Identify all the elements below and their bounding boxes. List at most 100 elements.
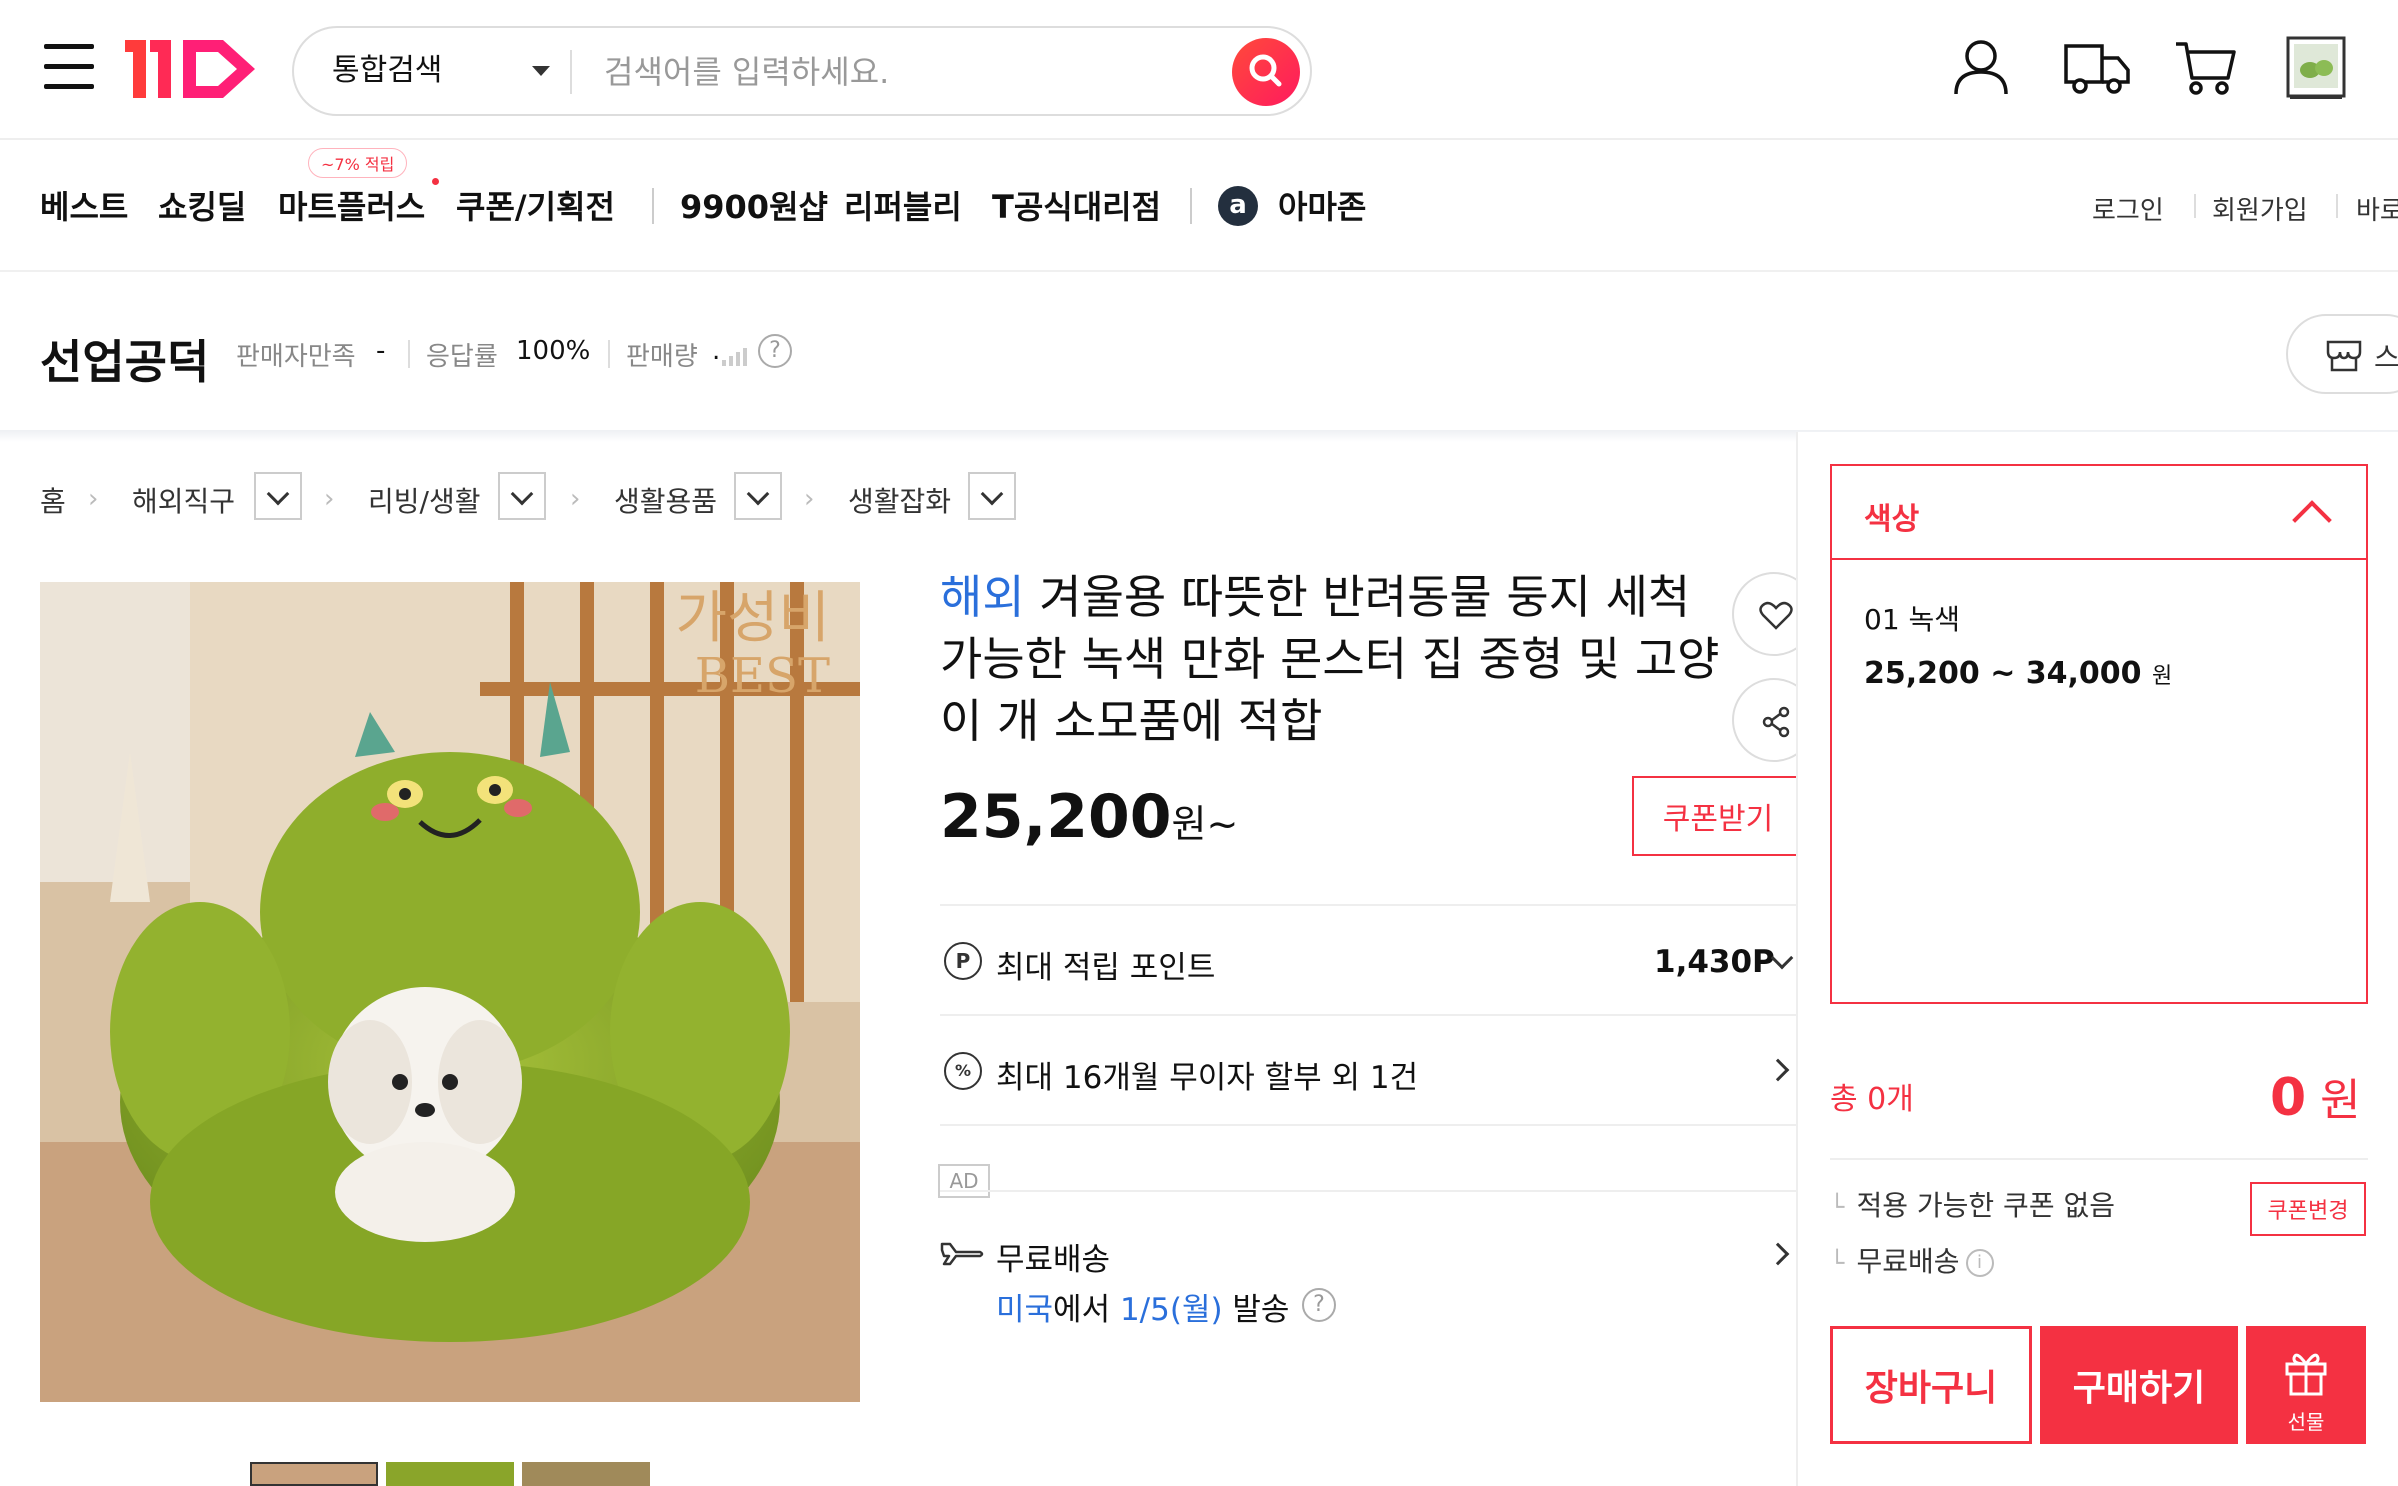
nav-coupon-event[interactable]: 쿠폰/기획전 — [456, 182, 615, 228]
util-separator — [2336, 194, 2338, 218]
gift-button[interactable]: 선물 — [2246, 1326, 2366, 1444]
thumbnail-2[interactable] — [386, 1462, 514, 1486]
divider — [940, 1190, 1796, 1192]
breadcrumb-arrow-icon: › — [88, 484, 99, 514]
search-icon — [1249, 54, 1282, 87]
nav-mart-plus[interactable]: 마트플러스 — [278, 182, 425, 228]
total-price: 0 원 — [2270, 1064, 2361, 1128]
image-overlay-bottom: BEST — [695, 648, 830, 704]
seller-response-label: 응답률 — [426, 342, 498, 372]
option-price-value: 25,200 ~ 34,000 — [1864, 656, 2142, 691]
sales-level-icon — [722, 346, 752, 370]
search-button[interactable] — [1232, 38, 1300, 106]
seller-satisfaction-label: 판매자만족 — [236, 342, 356, 372]
product-image[interactable]: 가성비 BEST — [40, 582, 860, 1402]
option-box: 색상 01 녹색 25,200 ~ 34,000 원 — [1830, 464, 2368, 1004]
option-item-name[interactable]: 01 녹색 — [1864, 598, 1960, 638]
breadcrumb-arrow-icon: › — [324, 484, 335, 514]
breadcrumb-dropdown[interactable] — [734, 472, 782, 520]
store-label: 스 — [2374, 341, 2398, 374]
price-value: 25,200 — [940, 782, 1172, 852]
coupon-note: └ 적용 가능한 쿠폰 없음 — [1830, 1189, 2115, 1222]
option-price-unit: 원 — [2152, 664, 2173, 689]
get-coupon-button[interactable]: 쿠폰받기 — [1632, 776, 1802, 856]
shipping-note-text: 무료배송 — [1856, 1245, 1960, 1278]
recent-product-icon[interactable] — [2286, 36, 2346, 100]
search-scope-select[interactable]: 통합검색 — [332, 28, 442, 114]
ad-badge: AD — [938, 1164, 990, 1198]
breadcrumb-arrow-icon: › — [804, 484, 815, 514]
option-header[interactable]: 색상 — [1832, 466, 2366, 560]
breadcrumb-household[interactable]: 생활용품 — [614, 480, 717, 520]
gift-label: 선물 — [2287, 1410, 2325, 1434]
delivery-truck-icon[interactable] — [2062, 36, 2132, 98]
nav-best[interactable]: 베스트 — [40, 182, 128, 228]
shipping-label: 무료배송 — [996, 1242, 1111, 1278]
search-divider — [570, 50, 572, 94]
help-icon[interactable]: ? — [758, 334, 792, 368]
user-icon[interactable] — [1950, 36, 2012, 98]
search-bar: 통합검색 — [292, 26, 1312, 116]
header-divider — [0, 138, 2398, 140]
option-item-price[interactable]: 25,200 ~ 34,000 원 — [1864, 656, 2172, 691]
menu-icon[interactable] — [44, 44, 94, 90]
divider — [940, 1124, 1796, 1126]
nav-9900-shop[interactable]: 9900원샵 — [680, 182, 828, 228]
product-title-text: 겨울용 따뜻한 반려동물 둥지 세척 가능한 녹색 만화 몬스터 집 중형 및 … — [940, 570, 1720, 748]
chevron-right-icon[interactable] — [1766, 1058, 1790, 1082]
coupon-change-button[interactable]: 쿠폰변경 — [2250, 1182, 2366, 1236]
price-suffix: 원~ — [1171, 802, 1239, 846]
seller-response-value: 100% — [516, 336, 591, 366]
breadcrumb-dropdown[interactable] — [254, 472, 302, 520]
buy-now-button[interactable]: 구매하기 — [2040, 1326, 2238, 1444]
cart-icon[interactable] — [2174, 36, 2236, 98]
point-icon: P — [944, 942, 982, 980]
breadcrumb-dropdown[interactable] — [968, 472, 1016, 520]
total-price-unit: 원 — [2306, 1075, 2361, 1126]
shipping-end: 발송 — [1222, 1292, 1290, 1328]
nav-refurbly[interactable]: 리퍼블리 — [844, 182, 962, 228]
search-input[interactable] — [604, 46, 1204, 98]
breadcrumb-dropdown[interactable] — [498, 472, 546, 520]
logo[interactable] — [125, 30, 270, 110]
breadcrumb-living[interactable]: 리빙/생활 — [368, 480, 480, 520]
nav-separator — [1190, 188, 1192, 224]
chevron-right-icon[interactable] — [1766, 1242, 1790, 1266]
store-icon — [2326, 340, 2362, 372]
option-title: 색상 — [1864, 502, 1920, 537]
chevron-up-icon[interactable] — [2292, 500, 2332, 540]
breadcrumb-overseas[interactable]: 해외직구 — [132, 480, 235, 520]
nav-amazon[interactable]: 아마존 — [1278, 182, 1366, 228]
nav-divider — [0, 270, 2398, 272]
nav-separator — [652, 188, 654, 224]
thumbnail-3[interactable] — [522, 1462, 650, 1486]
total-count: 총 0개 — [1830, 1082, 1914, 1117]
add-to-cart-button[interactable]: 장바구니 — [1830, 1326, 2032, 1444]
shipping-date: 1/5(월) — [1119, 1292, 1223, 1328]
nav-shocking-deal[interactable]: 쇼킹딜 — [158, 182, 246, 228]
coupon-note-text: 적용 가능한 쿠폰 없음 — [1856, 1189, 2115, 1222]
amazon-logo-icon: a — [1218, 186, 1258, 226]
nav-reward-badge: ~7% 적립 — [308, 148, 408, 178]
breadcrumb-misc[interactable]: 생활잡화 — [848, 480, 951, 520]
overseas-prefix: 해외 — [940, 570, 1025, 624]
breadcrumb-home[interactable]: 홈 — [40, 480, 66, 520]
nav-new-dot — [432, 178, 439, 185]
info-icon[interactable]: i — [1965, 1249, 1994, 1277]
help-icon[interactable]: ? — [1302, 1288, 1336, 1322]
caret-down-icon — [532, 66, 550, 76]
seller-name[interactable]: 선업공덕 — [40, 326, 209, 392]
shipping-note: └ 무료배송 i — [1830, 1240, 1994, 1280]
seller-satisfaction-value: - — [376, 336, 386, 366]
seller-separator — [408, 340, 410, 368]
total-price-value: 0 — [2270, 1068, 2307, 1128]
store-button[interactable]: 스 — [2286, 314, 2398, 394]
installment-label[interactable]: 최대 16개월 무이자 할부 외 1건 — [996, 1052, 1418, 1097]
signup-link[interactable]: 회원가입 — [2212, 190, 2308, 227]
thumbnail-1[interactable] — [250, 1462, 378, 1486]
product-title: 해외 겨울용 따뜻한 반려동물 둥지 세척 가능한 녹색 만화 몬스터 집 중형… — [940, 566, 1720, 752]
shortcut-link[interactable]: 바로 — [2356, 190, 2398, 227]
nav-t-official[interactable]: T공식대리점 — [992, 182, 1161, 228]
gift-icon — [2285, 1353, 2327, 1396]
login-link[interactable]: 로그인 — [2092, 190, 2164, 227]
